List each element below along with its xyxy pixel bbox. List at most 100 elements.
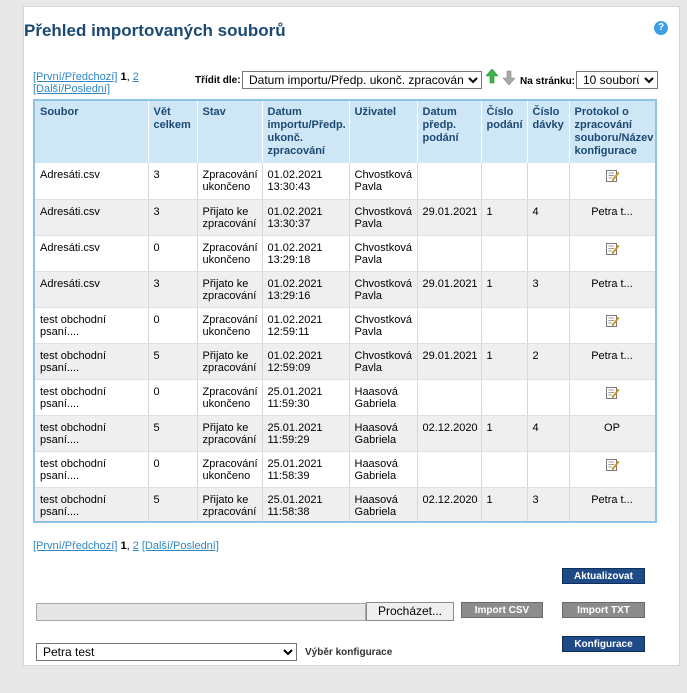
pager-first-prev-link[interactable]: [První/Předchozí] <box>33 540 117 552</box>
cell-user: Haasová Gabriela <box>349 379 418 416</box>
files-table-container: Soubor Vět celkem Stav Datum importu/Pře… <box>33 99 657 523</box>
cell-user: Haasová Gabriela <box>349 451 418 488</box>
config-button[interactable]: Konfigurace <box>562 636 645 652</box>
cell-submit-date: 02.12.2020 <box>417 487 482 521</box>
cell-submit-date <box>417 163 482 200</box>
cell-import-date: 01.02.2021 13:30:43 <box>262 163 350 200</box>
cell-count: 3 <box>148 199 198 236</box>
edit-icon[interactable] <box>605 458 619 471</box>
cell-file: test obchodní psaní.... <box>35 307 149 344</box>
browse-button[interactable]: Procházet... <box>366 602 454 621</box>
edit-icon[interactable] <box>605 314 619 327</box>
pager-bottom: [První/Předchozí] 1, 2 [Další/Poslední] <box>33 540 219 552</box>
cell-protocol[interactable] <box>569 235 655 272</box>
cell-import-date: 25.01.2021 11:59:29 <box>262 415 350 452</box>
pager-page-2-link[interactable]: 2 <box>133 540 139 552</box>
cell-submit-date: 29.01.2021 <box>417 343 482 380</box>
table-row[interactable]: test obchodní psaní.... 0 Zpracování ukonč… <box>35 379 655 416</box>
cell-submit-no: 1 <box>481 343 528 380</box>
per-page-select[interactable]: 10 souborů <box>576 71 658 89</box>
table-row[interactable]: Adresáti.csv 3 Přijato ke zpracování 01.02.… <box>35 199 655 236</box>
pager-top: [První/Předchozí] 1, 2 [Další/Poslední] <box>33 71 153 95</box>
cell-import-date: 01.02.2021 12:59:11 <box>262 307 350 344</box>
cell-user: Chvostková Pavla <box>349 343 418 380</box>
config-select[interactable]: Petra test <box>36 643 297 661</box>
cell-batch-no <box>527 451 570 488</box>
pager-separator: , <box>126 71 130 83</box>
cell-submit-date <box>417 379 482 416</box>
edit-icon[interactable] <box>605 169 619 182</box>
import-txt-button[interactable]: Import TXT <box>562 602 645 618</box>
sort-label: Třídit dle: <box>195 75 241 86</box>
table-row[interactable]: test obchodní psaní.... 5 Přijato ke zprac… <box>35 343 655 380</box>
cell-user: Haasová Gabriela <box>349 415 418 452</box>
table-row[interactable]: test obchodní psaní.... 5 Přijato ke zprac… <box>35 487 655 521</box>
cell-protocol[interactable] <box>569 379 655 416</box>
pager-first-prev-link[interactable]: [První/Předchozí] <box>33 71 117 83</box>
cell-import-date: 25.01.2021 11:58:38 <box>262 487 350 521</box>
column-header-file[interactable]: Soubor <box>35 101 149 163</box>
cell-submit-date <box>417 235 482 272</box>
cell-status: Přijato ke zpracování <box>197 199 263 236</box>
cell-submit-no <box>481 451 528 488</box>
table-row[interactable]: Adresáti.csv 3 Zpracování ukončeno 01.02.20… <box>35 163 655 200</box>
cell-import-date: 01.02.2021 12:59:09 <box>262 343 350 380</box>
import-csv-button[interactable]: Import CSV <box>461 602 543 618</box>
cell-file: test obchodní psaní.... <box>35 379 149 416</box>
cell-count: 0 <box>148 451 198 488</box>
cell-protocol[interactable] <box>569 451 655 488</box>
cell-count: 5 <box>148 415 198 452</box>
cell-file: test obchodní psaní.... <box>35 415 149 452</box>
cell-status: Zpracování ukončeno <box>197 235 263 272</box>
file-path-input[interactable] <box>36 603 366 621</box>
sort-ascending-icon[interactable] <box>486 69 498 85</box>
sort-select[interactable]: Datum importu/Předp. ukonč. zpracování <box>242 71 482 89</box>
cell-count: 3 <box>148 271 198 308</box>
cell-file: Adresáti.csv <box>35 235 149 272</box>
cell-file: test obchodní psaní.... <box>35 487 149 521</box>
cell-batch-no: 3 <box>527 487 570 521</box>
table-row[interactable]: test obchodní psaní.... 0 Zpracování ukonč… <box>35 451 655 488</box>
column-header-status[interactable]: Stav <box>197 101 263 163</box>
table-row[interactable]: test obchodní psaní.... 0 Zpracování ukonč… <box>35 307 655 344</box>
cell-batch-no <box>527 307 570 344</box>
table-header-row: Soubor Vět celkem Stav Datum importu/Pře… <box>35 101 655 163</box>
cell-protocol: Petra t... <box>569 199 655 236</box>
cell-submit-no: 1 <box>481 271 528 308</box>
sort-descending-icon[interactable] <box>503 69 515 85</box>
refresh-button[interactable]: Aktualizovat <box>562 568 645 584</box>
column-header-import-date[interactable]: Datum importu/Předp. ukonč. zpracování <box>262 101 350 163</box>
cell-import-date: 25.01.2021 11:58:39 <box>262 451 350 488</box>
edit-icon[interactable] <box>605 242 619 255</box>
cell-status: Přijato ke zpracování <box>197 343 263 380</box>
table-row[interactable]: Adresáti.csv 0 Zpracování ukončeno 01.02.20… <box>35 235 655 272</box>
cell-submit-no: 1 <box>481 199 528 236</box>
pager-separator: , <box>126 540 130 552</box>
table-row[interactable]: test obchodní psaní.... 5 Přijato ke zprac… <box>35 415 655 452</box>
cell-protocol[interactable] <box>569 307 655 344</box>
help-icon[interactable]: ? <box>654 21 668 35</box>
cell-batch-no <box>527 235 570 272</box>
cell-user: Chvostková Pavla <box>349 235 418 272</box>
edit-icon[interactable] <box>605 386 619 399</box>
column-header-user[interactable]: Uživatel <box>349 101 418 163</box>
pager-next-last-link[interactable]: [Další/Poslední] <box>142 540 219 552</box>
column-header-submit-no[interactable]: Číslo podání <box>481 101 528 163</box>
cell-import-date: 25.01.2021 11:59:30 <box>262 379 350 416</box>
cell-batch-no: 4 <box>527 199 570 236</box>
column-header-count[interactable]: Vět celkem <box>148 101 198 163</box>
table-row[interactable]: Adresáti.csv 3 Přijato ke zpracování 01.02.… <box>35 271 655 308</box>
cell-protocol[interactable] <box>569 163 655 200</box>
pager-next-last-link[interactable]: [Další/Poslední] <box>33 83 110 95</box>
column-header-protocol[interactable]: Protokol o zpracování souboru/Název konf… <box>569 101 655 163</box>
cell-submit-no <box>481 379 528 416</box>
cell-import-date: 01.02.2021 13:30:37 <box>262 199 350 236</box>
cell-count: 0 <box>148 235 198 272</box>
cell-batch-no: 3 <box>527 271 570 308</box>
files-table: Soubor Vět celkem Stav Datum importu/Pře… <box>35 101 655 521</box>
column-header-submit-date[interactable]: Datum předp. podání <box>417 101 482 163</box>
cell-status: Zpracování ukončeno <box>197 451 263 488</box>
column-header-batch-no[interactable]: Číslo dávky <box>527 101 570 163</box>
config-label: Výběr konfigurace <box>305 647 393 658</box>
pager-page-2-link[interactable]: 2 <box>133 71 139 83</box>
